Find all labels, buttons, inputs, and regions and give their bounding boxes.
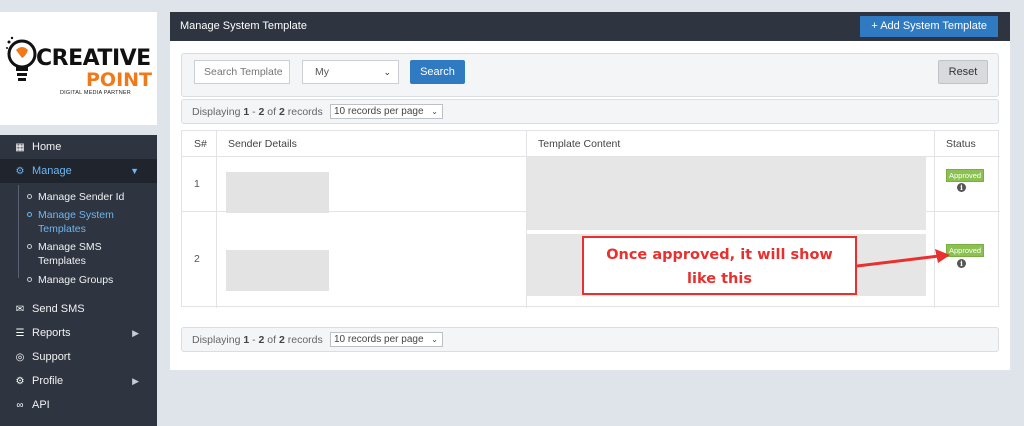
callout-line2: like this bbox=[687, 271, 752, 287]
row1-sno: 1 bbox=[194, 178, 200, 190]
sidebar-item-reports[interactable]: ☰ Reports ▶ bbox=[0, 321, 157, 345]
list-icon: ☰ bbox=[15, 327, 25, 339]
chevron-down-icon: ⌄ bbox=[383, 67, 391, 77]
search-button[interactable]: Search bbox=[410, 60, 465, 84]
page-title: Manage System Template bbox=[180, 20, 307, 32]
sidebar-item-api[interactable]: ∞ API bbox=[0, 393, 157, 417]
bullet-icon bbox=[27, 194, 32, 199]
info-icon[interactable]: i bbox=[957, 183, 966, 192]
annotation-callout: Once approved, it will show like this bbox=[582, 236, 857, 295]
arrow-icon bbox=[857, 249, 950, 268]
sidebar-item-send-sms[interactable]: ✉ Send SMS bbox=[0, 297, 157, 321]
header-sender-details: Sender Details bbox=[228, 138, 297, 150]
cogs-icon: ⚙ bbox=[15, 165, 25, 177]
row2-sender-redacted bbox=[226, 250, 329, 291]
sidebar-item-support[interactable]: ◎ Support bbox=[0, 345, 157, 369]
lifebuoy-icon: ◎ bbox=[15, 351, 25, 363]
chevron-right-icon: ▶ bbox=[132, 327, 139, 338]
scope-select-value: My bbox=[315, 66, 329, 78]
sidebar: CREATIVE POINT DIGITAL MEDIA PARTNER ▦ H… bbox=[0, 0, 157, 426]
gear-icon: ⚙ bbox=[15, 375, 25, 387]
row2-sno: 2 bbox=[194, 253, 200, 265]
sidebar-subitem-system-templates[interactable]: Manage System Templates bbox=[38, 208, 148, 236]
bullet-icon bbox=[27, 277, 32, 282]
pager-summary: Displaying 1 - 2 of 2 records bbox=[192, 106, 323, 118]
brand-tagline: DIGITAL MEDIA PARTNER bbox=[60, 90, 131, 96]
sidebar-item-profile[interactable]: ⚙ Profile ▶ bbox=[0, 369, 157, 393]
callout-line1: Once approved, it will show bbox=[606, 247, 833, 263]
sidebar-subitem-sms-templates[interactable]: Manage SMS Templates bbox=[38, 240, 148, 268]
records-per-page-select[interactable]: 10 records per page ⌄ bbox=[330, 332, 443, 347]
scope-select[interactable]: My ⌄ bbox=[302, 60, 399, 84]
sidebar-item-label: Profile bbox=[32, 375, 64, 387]
row1-template-content-redacted bbox=[527, 157, 926, 230]
row1-sender-redacted bbox=[226, 172, 329, 213]
sidebar-item-home[interactable]: ▦ Home bbox=[0, 135, 157, 159]
sidebar-item-manage[interactable]: ⚙ Manage ▼ bbox=[0, 159, 157, 183]
header-sno: S# bbox=[194, 138, 207, 150]
sidebar-subitem-sender-id[interactable]: Manage Sender Id bbox=[38, 190, 148, 204]
sidebar-item-label: Home bbox=[32, 141, 62, 153]
pager-bottom: Displaying 1 - 2 of 2 records 10 records… bbox=[181, 327, 999, 352]
main-panel: Manage System Template + Add System Temp… bbox=[170, 12, 1010, 370]
reset-button[interactable]: Reset bbox=[938, 60, 988, 84]
sidebar-item-label: API bbox=[32, 399, 50, 411]
pager-top: Displaying 1 - 2 of 2 records 10 records… bbox=[181, 99, 999, 124]
sidebar-item-label: Send SMS bbox=[32, 303, 85, 315]
panel-header: Manage System Template + Add System Temp… bbox=[170, 12, 1010, 41]
info-icon[interactable]: i bbox=[957, 259, 966, 268]
envelope-icon: ✉ bbox=[15, 303, 25, 315]
search-template-input[interactable] bbox=[194, 60, 290, 84]
brand-name-line2: POINT bbox=[86, 69, 153, 91]
link-icon: ∞ bbox=[16, 399, 24, 411]
bulb-logo-icon bbox=[6, 36, 37, 81]
brand-name-line1: CREATIVE bbox=[36, 46, 151, 71]
sidebar-item-label: Reports bbox=[32, 327, 71, 339]
sidebar-subitem-groups[interactable]: Manage Groups bbox=[38, 273, 148, 287]
pager-summary: Displaying 1 - 2 of 2 records bbox=[192, 334, 323, 346]
records-per-page-select[interactable]: 10 records per page ⌄ bbox=[330, 104, 443, 119]
filter-bar: My ⌄ Search Reset bbox=[181, 53, 999, 97]
header-template-content: Template Content bbox=[538, 138, 621, 150]
chevron-down-icon: ▼ bbox=[130, 166, 139, 176]
sidebar-item-label: Support bbox=[32, 351, 71, 363]
brand-logo[interactable]: CREATIVE POINT DIGITAL MEDIA PARTNER bbox=[0, 12, 157, 125]
chevron-down-icon: ⌄ bbox=[431, 107, 438, 116]
add-system-template-button[interactable]: + Add System Template bbox=[860, 16, 998, 37]
submenu-guide-line bbox=[18, 185, 19, 278]
chevron-down-icon: ⌄ bbox=[431, 335, 438, 344]
home-icon: ▦ bbox=[15, 141, 25, 153]
bullet-icon bbox=[27, 212, 32, 217]
bullet-icon bbox=[27, 244, 32, 249]
sidebar-item-label: Manage bbox=[32, 165, 72, 177]
row1-status-badge: Approved bbox=[946, 169, 985, 182]
header-status: Status bbox=[946, 138, 976, 150]
chevron-right-icon: ▶ bbox=[132, 375, 139, 386]
